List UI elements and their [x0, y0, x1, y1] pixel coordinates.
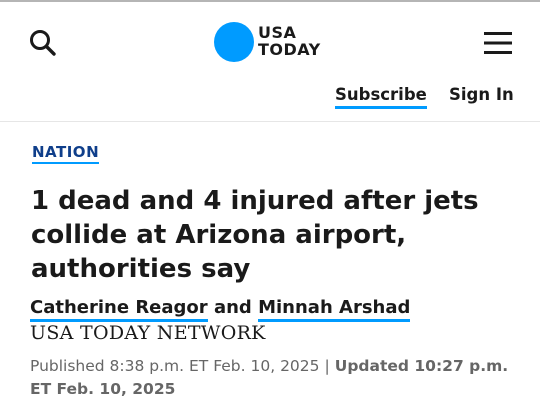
- section-tag-link[interactable]: NATION: [32, 143, 100, 164]
- byline: Catherine Reagor and Minnah Arshad: [30, 297, 411, 322]
- author-link[interactable]: Minnah Arshad: [258, 297, 411, 322]
- hamburger-menu-icon: [484, 32, 512, 54]
- article-dates: Published 8:38 p.m. ET Feb. 10, 2025 | Upd…: [30, 355, 520, 401]
- logo-dot: [214, 22, 254, 62]
- logo-line-1: USA: [258, 23, 297, 42]
- subscribe-link[interactable]: Subscribe: [335, 85, 427, 109]
- site-header: USA TODAY Subscribe Sign In: [0, 2, 540, 122]
- usa-today-logo[interactable]: USA TODAY: [214, 22, 344, 62]
- network-label: USA TODAY NETWORK: [30, 322, 266, 344]
- logo-line-2: TODAY: [258, 40, 321, 59]
- byline-joiner: and: [213, 297, 252, 318]
- logo-wordmark: USA TODAY: [258, 24, 321, 58]
- search-button[interactable]: [26, 26, 60, 60]
- date-separator: |: [324, 357, 330, 375]
- published-date: Published 8:38 p.m. ET Feb. 10, 2025: [30, 357, 320, 375]
- author-link[interactable]: Catherine Reagor: [30, 297, 208, 322]
- sign-in-link[interactable]: Sign In: [449, 85, 514, 104]
- search-icon: [30, 30, 56, 56]
- menu-button[interactable]: [481, 26, 515, 60]
- article-headline: 1 dead and 4 injured after jets collide …: [31, 186, 479, 284]
